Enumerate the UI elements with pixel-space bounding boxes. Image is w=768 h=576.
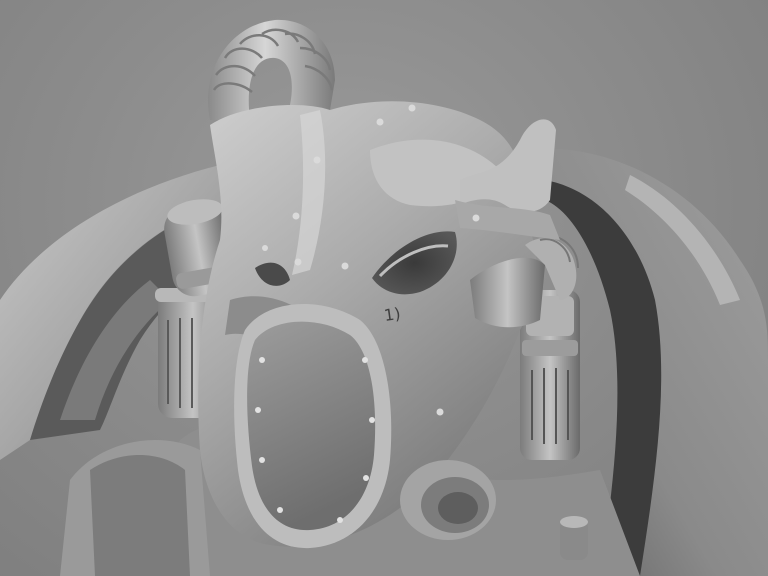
helmet-render: 1) — [0, 19, 768, 576]
lower-right-fitting — [560, 516, 588, 560]
top-breathing-hose — [208, 19, 335, 120]
respirator-mouthpiece — [400, 460, 496, 540]
face-visor-plate — [234, 303, 392, 549]
helmet-marking: 1) — [383, 304, 402, 325]
render-viewport: 1) — [0, 0, 768, 576]
